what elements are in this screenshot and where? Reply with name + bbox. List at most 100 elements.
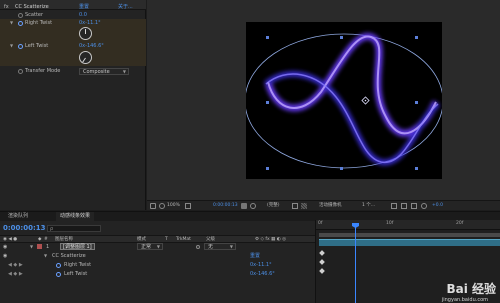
- viewer-toolbar: 100% 0:00:00:13 (完整) 活动摄像机 1 个... +0.0: [147, 200, 500, 210]
- eye-icon[interactable]: ◉: [3, 252, 7, 260]
- property-value[interactable]: 0x-11.1°: [250, 261, 272, 269]
- property-row-left-twist[interactable]: ◀ ◆ ▶ Left Twist 0x-146.6°: [0, 270, 315, 278]
- stopwatch-icon[interactable]: [18, 13, 23, 18]
- keyframe[interactable]: [319, 268, 325, 274]
- angle-dial[interactable]: [79, 27, 92, 40]
- effect-toggle[interactable]: fx: [4, 3, 9, 11]
- parent-header[interactable]: 父级: [206, 236, 215, 243]
- tab-render-queue[interactable]: 渲染队列: [4, 212, 32, 221]
- stopwatch-icon[interactable]: [18, 21, 23, 26]
- reset-link[interactable]: 重置: [250, 252, 260, 260]
- work-area-bar[interactable]: [319, 233, 500, 237]
- roi-icon[interactable]: [292, 203, 298, 209]
- transform-handle[interactable]: [415, 36, 418, 39]
- views-dropdown[interactable]: 1 个...: [362, 201, 375, 211]
- dropdown-value: Composite: [83, 69, 110, 75]
- layer-duration-bar[interactable]: [319, 239, 500, 246]
- mask-visibility-icon[interactable]: [159, 203, 165, 209]
- keyframe[interactable]: [319, 259, 325, 265]
- reset-link[interactable]: 重置: [79, 3, 89, 11]
- scatter-value[interactable]: 0.0: [79, 11, 87, 19]
- composition-viewer[interactable]: [147, 0, 500, 200]
- viewer-timecode[interactable]: 0:00:00:13: [213, 201, 238, 211]
- expand-triangle-icon[interactable]: ▼: [10, 42, 13, 50]
- t-header[interactable]: T: [165, 236, 168, 243]
- grid-icon[interactable]: [185, 203, 191, 209]
- about-link[interactable]: 关于...: [118, 3, 133, 11]
- keyframe[interactable]: [319, 250, 325, 256]
- always-preview-icon[interactable]: [150, 203, 156, 209]
- trkmat-header[interactable]: TrkMat: [176, 236, 191, 243]
- property-value[interactable]: 0x-146.6°: [250, 270, 275, 278]
- left-twist-value[interactable]: 0x-146.6°: [79, 42, 104, 50]
- property-label: Scatter: [25, 12, 44, 18]
- label-color-swatch[interactable]: [37, 244, 42, 249]
- layer-name[interactable]: [调整图层 1]: [60, 243, 95, 250]
- color-channel-icon[interactable]: [250, 203, 256, 209]
- anchor-point-icon[interactable]: [361, 96, 370, 105]
- parent-pickwhip-icon[interactable]: [196, 245, 200, 249]
- transform-handle[interactable]: [340, 36, 343, 39]
- flowchart-icon[interactable]: [421, 203, 427, 209]
- camera-icon[interactable]: [241, 203, 247, 209]
- ruler-label: 0f: [318, 221, 323, 226]
- eye-icon[interactable]: ◉: [3, 243, 7, 251]
- timeline-toggle-icon[interactable]: [411, 203, 417, 209]
- expand-triangle-icon[interactable]: ▼: [10, 19, 13, 27]
- timeline-column-header: ◉ ◀ ● ◆ # 图层名称 模式 T TrkMat 父级 ⚙ ◇ fx ▦ ◐…: [0, 235, 315, 243]
- dropdown-value: 无: [208, 244, 214, 250]
- transform-handle[interactable]: [266, 167, 269, 170]
- chevron-down-icon: ▼: [122, 69, 126, 74]
- expand-triangle-icon[interactable]: ▼: [44, 252, 47, 260]
- camera-dropdown[interactable]: 活动摄像机: [319, 201, 342, 211]
- transform-handle[interactable]: [266, 101, 269, 104]
- parent-dropdown[interactable]: 无 ▼: [204, 243, 236, 250]
- transparency-grid-icon[interactable]: [301, 203, 307, 209]
- transform-handle[interactable]: [415, 101, 418, 104]
- property-name: Left Twist: [64, 271, 88, 277]
- av-switches-icon: ◉ ◀ ●: [3, 237, 18, 242]
- chevron-down-icon: ▼: [229, 244, 233, 249]
- toggle-pixel-aspect-icon[interactable]: [391, 203, 397, 209]
- property-right-twist: ▼ Right Twist 0x-11.1°: [0, 19, 146, 42]
- resolution-dropdown[interactable]: (完整): [267, 201, 280, 211]
- effect-row[interactable]: fx CC Scatterize 重置 关于...: [0, 3, 146, 11]
- layer-row[interactable]: ◉ ▼ 1 [调整图层 1] 正常 ▼ 无 ▼: [0, 243, 315, 251]
- effect-name: CC Scatterize: [52, 253, 86, 259]
- composition-canvas[interactable]: [244, 22, 444, 179]
- right-twist-value[interactable]: 0x-11.1°: [79, 19, 101, 27]
- exposure-value[interactable]: +0.0: [432, 201, 443, 211]
- stopwatch-icon[interactable]: [18, 69, 23, 74]
- search-icon: ρ: [50, 226, 54, 232]
- angle-dial[interactable]: [79, 51, 92, 64]
- property-label: Transfer Mode: [25, 68, 61, 74]
- stopwatch-icon[interactable]: [18, 44, 23, 49]
- time-ruler[interactable]: 0f 10f 20f: [316, 220, 500, 230]
- zoom-dropdown[interactable]: 100%: [167, 201, 180, 211]
- transform-handle[interactable]: [415, 167, 418, 170]
- stopwatch-icon[interactable]: [56, 263, 61, 268]
- playhead-line[interactable]: [355, 226, 356, 303]
- effect-controls-panel: fx CC Scatterize 重置 关于... Scatter 0.0 ▼ …: [0, 0, 146, 210]
- current-time[interactable]: 0:00:00:13: [3, 224, 46, 232]
- property-row-right-twist[interactable]: ◀ ◆ ▶ Right Twist 0x-11.1°: [0, 261, 315, 269]
- dropdown-value: 正常: [141, 244, 152, 250]
- layer-search-input[interactable]: ρ: [47, 225, 101, 232]
- layer-name-header[interactable]: 图层名称: [55, 236, 73, 243]
- expand-triangle-icon[interactable]: ▼: [30, 243, 33, 251]
- stopwatch-icon[interactable]: [56, 272, 61, 277]
- fast-preview-icon[interactable]: [401, 203, 407, 209]
- transform-handle[interactable]: [266, 36, 269, 39]
- tab-composition[interactable]: 动感线条效果: [56, 212, 95, 221]
- effect-row[interactable]: ◉ ▼ CC Scatterize 重置: [0, 252, 315, 260]
- property-label: Right Twist: [25, 20, 53, 26]
- ruler-label: 20f: [456, 221, 464, 226]
- layer-mode-dropdown[interactable]: 正常 ▼: [137, 243, 163, 250]
- property-label: Left Twist: [25, 43, 49, 49]
- keyframe-nav-icon[interactable]: ◀ ◆ ▶: [8, 261, 23, 269]
- transform-handle[interactable]: [340, 167, 343, 170]
- keyframe-nav-icon[interactable]: ◀ ◆ ▶: [8, 270, 23, 278]
- mode-header[interactable]: 模式: [137, 236, 146, 243]
- transfer-mode-dropdown[interactable]: Composite ▼: [79, 68, 129, 75]
- ruler-label: 10f: [386, 221, 394, 226]
